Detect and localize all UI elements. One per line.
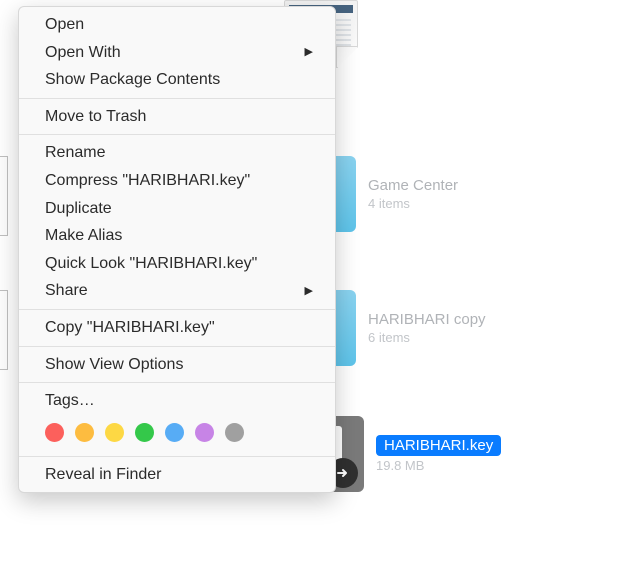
menu-item[interactable]: Quick Look "HARIBHARI.key" <box>19 250 335 278</box>
tag-color-row <box>19 415 335 452</box>
menu-item-label: Show Package Contents <box>45 69 220 91</box>
tag-color-dot[interactable] <box>105 423 124 442</box>
tag-color-dot[interactable] <box>75 423 94 442</box>
tag-color-dot[interactable] <box>45 423 64 442</box>
tag-color-dot[interactable] <box>225 423 244 442</box>
menu-separator <box>19 98 335 99</box>
menu-item[interactable]: Duplicate <box>19 195 335 223</box>
menu-item-label: Reveal in Finder <box>45 464 162 486</box>
menu-item-label: Show View Options <box>45 354 183 376</box>
menu-item-label: Open <box>45 14 84 36</box>
menu-item-label: Quick Look "HARIBHARI.key" <box>45 253 257 275</box>
menu-item[interactable]: Compress "HARIBHARI.key" <box>19 167 335 195</box>
context-menu[interactable]: Open Open With ▶ Show Package Contents Move … <box>18 6 336 493</box>
menu-separator <box>19 382 335 383</box>
submenu-arrow-icon: ▶ <box>305 284 313 299</box>
partial-item-edge <box>0 156 8 236</box>
file-size: 19.8 MB <box>376 458 501 473</box>
file-label: HARIBHARI.key <box>376 435 501 456</box>
tag-color-dot[interactable] <box>165 423 184 442</box>
menu-item-label: Share <box>45 280 88 302</box>
menu-item[interactable]: Show Package Contents <box>19 66 335 94</box>
menu-item-label: Make Alias <box>45 225 122 247</box>
folder-label: Game Center <box>368 177 458 194</box>
menu-separator <box>19 346 335 347</box>
menu-item-label: Move to Trash <box>45 106 146 128</box>
menu-item-label: Copy "HARIBHARI.key" <box>45 317 215 339</box>
menu-item[interactable]: Make Alias <box>19 222 335 250</box>
folder-count: 6 items <box>368 330 486 345</box>
menu-item[interactable]: Tags… <box>19 387 335 415</box>
menu-item[interactable]: Share ▶ <box>19 277 335 305</box>
partial-item-edge <box>0 290 8 370</box>
menu-item-label: Tags… <box>45 390 95 412</box>
tag-color-dot[interactable] <box>135 423 154 442</box>
menu-item[interactable]: Open <box>19 11 335 39</box>
menu-item[interactable]: Reveal in Finder <box>19 461 335 489</box>
menu-item[interactable]: Show View Options <box>19 351 335 379</box>
menu-separator <box>19 456 335 457</box>
folder-count: 4 items <box>368 196 458 211</box>
menu-separator <box>19 134 335 135</box>
menu-item-label: Open With <box>45 42 121 64</box>
menu-item[interactable]: Copy "HARIBHARI.key" <box>19 314 335 342</box>
menu-item[interactable]: Open With ▶ <box>19 39 335 67</box>
menu-item-label: Duplicate <box>45 198 112 220</box>
menu-separator <box>19 309 335 310</box>
submenu-arrow-icon: ▶ <box>305 45 313 60</box>
menu-item-label: Compress "HARIBHARI.key" <box>45 170 250 192</box>
tag-color-dot[interactable] <box>195 423 214 442</box>
folder-label: HARIBHARI copy <box>368 311 486 328</box>
menu-item[interactable]: Move to Trash <box>19 103 335 131</box>
menu-item[interactable]: Rename <box>19 139 335 167</box>
menu-item-label: Rename <box>45 142 105 164</box>
